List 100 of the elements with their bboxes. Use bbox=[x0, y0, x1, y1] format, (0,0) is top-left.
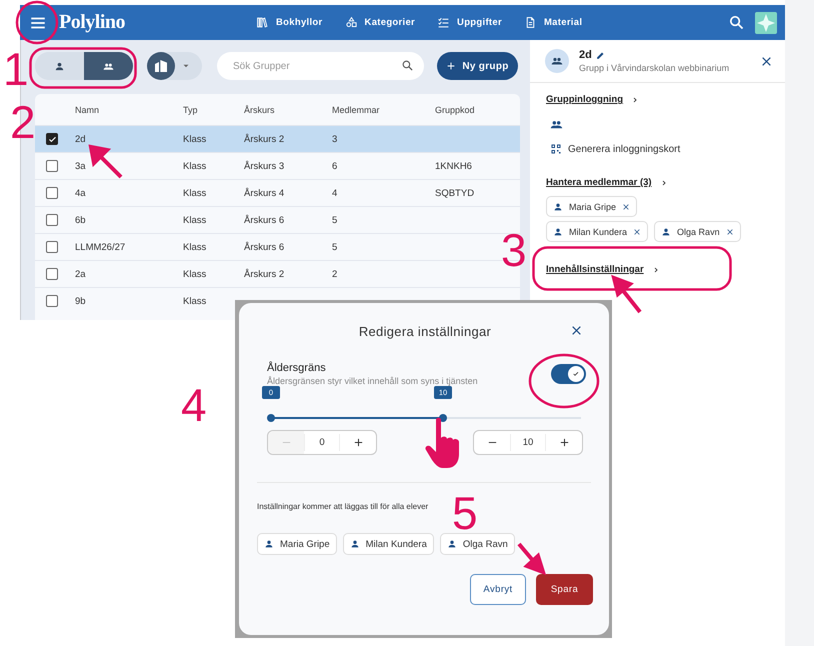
table-cell-text: 4a bbox=[75, 188, 87, 198]
group-subtitle: Grupp i Vårvindarskolan webbinarium bbox=[579, 63, 730, 73]
step-number: 1 bbox=[3, 52, 29, 86]
table-cell-text: 6b bbox=[75, 214, 87, 226]
table-cell-text: 6 bbox=[332, 160, 338, 172]
row-checkbox[interactable] bbox=[46, 133, 58, 145]
row-checkbox[interactable] bbox=[46, 268, 58, 280]
table-cell-text: 5 bbox=[332, 242, 338, 252]
table-cell-text: LLMM26/27 bbox=[75, 242, 126, 252]
school-dropdown[interactable] bbox=[147, 52, 202, 80]
member-chip[interactable]: Maria Gripe bbox=[546, 196, 638, 217]
close-icon bbox=[760, 54, 773, 68]
column-header[interactable]: Medlemmar bbox=[332, 104, 435, 114]
close-icon bbox=[570, 324, 583, 337]
table-cell-text: Klass bbox=[183, 214, 208, 226]
view-toggle-option[interactable] bbox=[84, 52, 133, 80]
row-checkbox[interactable] bbox=[46, 295, 58, 307]
nav-link[interactable]: Material bbox=[524, 16, 582, 29]
check-icon bbox=[572, 370, 580, 378]
annotation-arrow bbox=[612, 276, 642, 314]
column-header[interactable]: Typ bbox=[183, 104, 244, 114]
chevron-icon bbox=[631, 96, 640, 104]
step-number: 2 bbox=[10, 105, 36, 139]
column-header[interactable]: Namn bbox=[75, 104, 183, 114]
row-checkbox[interactable] bbox=[46, 187, 58, 199]
group-icon bbox=[551, 55, 563, 67]
column-header[interactable]: Gruppkod bbox=[435, 104, 520, 114]
dialog-note: Inställningar kommer att läggas till för alla elever bbox=[257, 502, 430, 511]
table-cell-text: 4 bbox=[332, 188, 338, 198]
table-row[interactable]: 6b Klass Årskurs 6 5 bbox=[35, 206, 520, 233]
remove-icon bbox=[726, 228, 734, 236]
group-login-link[interactable]: Gruppinloggning bbox=[546, 94, 640, 105]
table-cell-text: Klass bbox=[183, 296, 208, 306]
table-cell-text: Årskurs 2 bbox=[244, 268, 286, 280]
person-icon bbox=[54, 60, 65, 72]
new-group-button[interactable]: Ny grupp bbox=[437, 52, 518, 80]
step-number: 4 bbox=[181, 388, 207, 422]
plus-icon bbox=[352, 437, 364, 448]
plus-icon bbox=[446, 61, 456, 71]
member-chip[interactable]: Milan Kundera bbox=[546, 221, 648, 242]
hand-pointer-icon bbox=[425, 418, 459, 468]
group-title: 2d bbox=[579, 49, 592, 61]
chevron-icon bbox=[652, 266, 660, 274]
nav-link[interactable]: Kategorier bbox=[344, 16, 416, 29]
annotation-circle bbox=[16, 0, 58, 44]
table-cell-text: 1KNKH6 bbox=[435, 160, 473, 172]
stepper-value[interactable]: 10 bbox=[510, 434, 546, 451]
search-button[interactable] bbox=[728, 14, 745, 31]
table-cell-text: Årskurs 6 bbox=[244, 214, 286, 226]
dialog-title: Redigera inställningar bbox=[358, 324, 492, 338]
annotation-arrow bbox=[89, 145, 123, 179]
search-field[interactable]: Sök Grupper bbox=[217, 52, 424, 80]
table-cell-text: Klass bbox=[183, 160, 208, 172]
annotation-arrow bbox=[517, 542, 545, 574]
person-icon bbox=[553, 226, 563, 236]
annotation-circle bbox=[528, 354, 600, 408]
nav-link[interactable]: Bokhyllor bbox=[256, 16, 323, 29]
table-cell-text: 2a bbox=[75, 268, 87, 280]
row-checkbox[interactable] bbox=[46, 160, 58, 172]
plus-icon bbox=[558, 437, 570, 448]
age-limit-switch[interactable] bbox=[551, 364, 586, 384]
cancel-button[interactable]: Avbryt bbox=[470, 574, 526, 605]
row-checkbox[interactable] bbox=[46, 241, 58, 253]
table-row[interactable]: 2d Klass Årskurs 2 3 bbox=[35, 125, 520, 152]
save-button[interactable]: Spara bbox=[536, 574, 593, 605]
setting-description: Åldersgränsen styr vilket innehåll som syns i tjänsten bbox=[267, 376, 478, 386]
content-settings-link[interactable]: Innehållsinställningar bbox=[546, 264, 660, 275]
nav-link[interactable]: Uppgifter bbox=[437, 16, 502, 29]
close-button[interactable] bbox=[570, 324, 583, 337]
manage-members-link[interactable]: Hantera medlemmar (3) bbox=[546, 177, 668, 188]
remove-icon bbox=[633, 228, 642, 236]
table-cell-text: 5 bbox=[332, 214, 338, 226]
generate-cards-link[interactable]: Generera inloggningskort bbox=[550, 143, 680, 155]
table-cell-text: Årskurs 3 bbox=[244, 160, 286, 172]
remove-icon bbox=[622, 202, 630, 210]
slider-handle[interactable] bbox=[267, 414, 275, 422]
person-icon bbox=[661, 226, 672, 236]
check-icon bbox=[48, 134, 56, 144]
person-icon bbox=[553, 202, 563, 212]
logo[interactable]: Polylino bbox=[59, 11, 126, 34]
row-checkbox[interactable] bbox=[46, 214, 58, 226]
chevron-icon bbox=[660, 178, 668, 186]
edit-button[interactable] bbox=[596, 50, 605, 60]
table-row[interactable]: 4a Klass Årskurs 4 4 SQBTYD bbox=[35, 179, 520, 206]
person-icon bbox=[350, 539, 360, 549]
table-cell-text: 9b bbox=[75, 296, 87, 306]
close-button[interactable] bbox=[760, 54, 773, 68]
table-cell-text: SQBTYD bbox=[435, 188, 476, 198]
column-header[interactable]: Årskurs bbox=[244, 104, 332, 114]
member-chip[interactable]: Olga Ravn bbox=[440, 533, 515, 555]
table-cell-text: Årskurs 4 bbox=[244, 188, 286, 198]
avatar-icon[interactable] bbox=[755, 12, 777, 34]
member-chip[interactable]: Maria Gripe bbox=[257, 533, 337, 555]
stepper-value[interactable]: 0 bbox=[304, 434, 340, 451]
qr-icon bbox=[550, 143, 562, 155]
member-chip[interactable]: Olga Ravn bbox=[654, 221, 741, 242]
table-cell-text: Årskurs 6 bbox=[244, 242, 286, 252]
member-chip[interactable]: Milan Kundera bbox=[342, 533, 434, 555]
shapes-icon bbox=[344, 16, 358, 29]
group-icon bbox=[550, 118, 563, 131]
